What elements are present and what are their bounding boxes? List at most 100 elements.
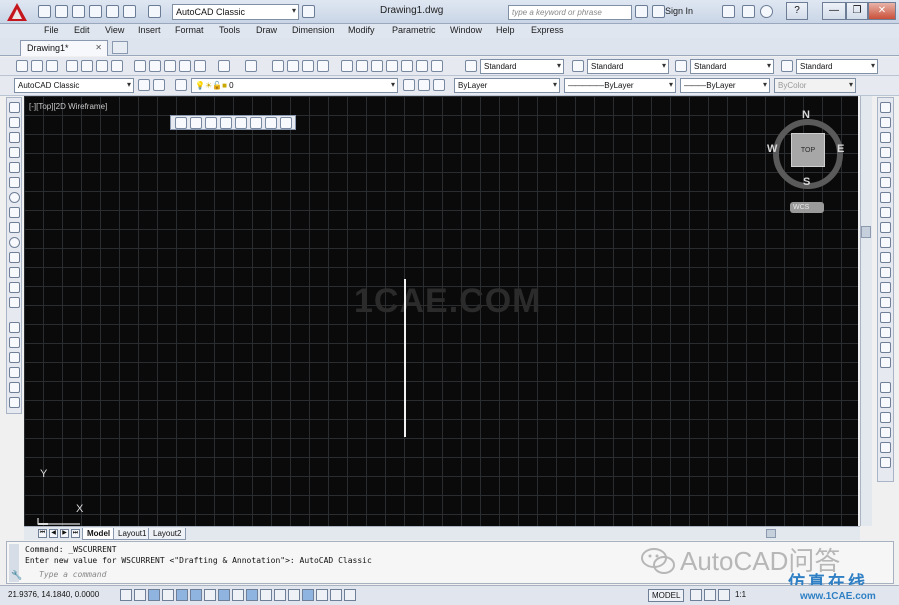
arc-icon[interactable] xyxy=(9,177,20,188)
compass-west[interactable]: W xyxy=(767,143,777,155)
object-snap-tracking-icon[interactable] xyxy=(218,589,230,601)
menu-view[interactable]: View xyxy=(105,25,124,35)
redo-icon[interactable] xyxy=(245,60,257,72)
next-layout-icon[interactable]: ▶ xyxy=(60,529,69,538)
sheet-set-icon[interactable] xyxy=(386,60,398,72)
scale-icon[interactable] xyxy=(880,207,891,218)
menu-format[interactable]: Format xyxy=(175,25,204,35)
zoom-previous-icon[interactable] xyxy=(317,60,329,72)
zoom-window-icon[interactable] xyxy=(175,117,187,129)
search-icon[interactable] xyxy=(635,5,648,18)
properties-icon[interactable] xyxy=(341,60,353,72)
mirror-icon[interactable] xyxy=(880,132,891,143)
user-icon[interactable] xyxy=(652,5,665,18)
3d-dwf-icon[interactable] xyxy=(111,60,123,72)
selection-cycling-icon[interactable] xyxy=(302,589,314,601)
copy-icon[interactable] xyxy=(149,60,161,72)
workspace-settings-icon[interactable] xyxy=(138,79,150,91)
tab-layout2[interactable]: Layout2 xyxy=(148,528,187,540)
viewport-controls-label[interactable]: [-][Top][2D Wireframe] xyxy=(29,102,107,111)
help-icon[interactable] xyxy=(431,60,443,72)
exchange-icon[interactable] xyxy=(722,5,735,18)
extend-icon[interactable] xyxy=(880,252,891,263)
first-layout-icon[interactable]: ⏮ xyxy=(38,529,47,538)
plot-icon[interactable] xyxy=(66,60,78,72)
menu-help[interactable]: Help xyxy=(496,25,515,35)
tab-drawing1[interactable]: Drawing1* ✕ xyxy=(20,40,108,56)
trim-icon[interactable] xyxy=(880,237,891,248)
wrench-icon[interactable]: 🔧 xyxy=(11,570,22,581)
quick-view-layouts-icon[interactable] xyxy=(690,589,702,601)
multiline-text-icon[interactable] xyxy=(9,382,20,393)
zoom-window-icon[interactable] xyxy=(302,60,314,72)
menu-edit[interactable]: Edit xyxy=(74,25,90,35)
menu-dimension[interactable]: Dimension xyxy=(292,25,335,35)
construction-line-icon[interactable] xyxy=(9,117,20,128)
zoom-extents-icon[interactable] xyxy=(280,117,292,129)
menu-tools[interactable]: Tools xyxy=(219,25,240,35)
zoom-realtime-icon[interactable] xyxy=(287,60,299,72)
menu-window[interactable]: Window xyxy=(450,25,482,35)
point-icon[interactable] xyxy=(9,297,20,308)
snap-mode-icon[interactable] xyxy=(134,589,146,601)
match-properties-icon[interactable] xyxy=(179,60,191,72)
annotation-monitor-icon[interactable] xyxy=(316,589,328,601)
dynamic-ucs-icon[interactable] xyxy=(232,589,244,601)
tab-model[interactable]: Model xyxy=(82,528,116,540)
drawn-line[interactable] xyxy=(404,279,406,437)
line-icon[interactable] xyxy=(9,102,20,113)
workspace-select[interactable]: AutoCAD Classic xyxy=(172,4,299,20)
circle-icon[interactable] xyxy=(9,192,20,203)
minimize-button[interactable]: — xyxy=(822,2,846,20)
ellipse-icon[interactable] xyxy=(9,237,20,248)
rotate-icon[interactable] xyxy=(880,192,891,203)
zoom-all-icon[interactable] xyxy=(265,117,277,129)
erase-icon[interactable] xyxy=(880,102,891,113)
compass-south[interactable]: S xyxy=(803,176,810,188)
3d-object-snap-icon[interactable] xyxy=(204,589,216,601)
quickcalc-icon[interactable] xyxy=(416,60,428,72)
stretch-icon[interactable] xyxy=(880,222,891,233)
copy-object-icon[interactable] xyxy=(880,117,891,128)
menu-draw[interactable]: Draw xyxy=(256,25,277,35)
zoom-object-icon[interactable] xyxy=(235,117,247,129)
insert-block-icon[interactable] xyxy=(9,267,20,278)
autocad-logo-icon[interactable] xyxy=(6,2,28,22)
text-style-icon[interactable] xyxy=(465,60,477,72)
star-icon[interactable] xyxy=(742,5,755,18)
compass-north[interactable]: N xyxy=(802,109,810,121)
menu-insert[interactable]: Insert xyxy=(138,25,161,35)
hatch-icon[interactable] xyxy=(9,322,20,333)
qnew-icon[interactable] xyxy=(16,60,28,72)
zoom-in-icon[interactable] xyxy=(250,117,262,129)
polyline-icon[interactable] xyxy=(9,132,20,143)
fillet-icon[interactable] xyxy=(880,327,891,338)
explode-icon[interactable] xyxy=(880,357,891,368)
dynamic-input-icon[interactable] xyxy=(246,589,258,601)
wcs-menu[interactable]: WCS xyxy=(790,202,824,213)
add-selected-icon[interactable] xyxy=(9,397,20,408)
move-icon[interactable] xyxy=(880,177,891,188)
tab-close-icon[interactable]: ✕ xyxy=(95,43,102,52)
coordinates-readout[interactable]: 21.9376, 14.1840, 0.0000 xyxy=(8,590,99,599)
save-icon[interactable] xyxy=(46,60,58,72)
layer-states-icon[interactable] xyxy=(433,79,445,91)
annotation-scale-value[interactable]: 1:1 xyxy=(735,590,746,599)
lineweight-select[interactable]: ——— ByLayer xyxy=(680,78,770,93)
last-layout-icon[interactable]: ⏭ xyxy=(71,529,80,538)
layer-select[interactable]: 💡☀🔓■ 0 xyxy=(191,78,398,93)
pan-icon[interactable] xyxy=(272,60,284,72)
make-current-layer-icon[interactable] xyxy=(403,79,415,91)
tool-palettes-icon[interactable] xyxy=(371,60,383,72)
chamfer-icon[interactable] xyxy=(880,312,891,323)
model-space-button[interactable]: MODEL xyxy=(648,589,685,602)
draw-order-front-icon[interactable] xyxy=(880,382,891,393)
paste-icon[interactable] xyxy=(164,60,176,72)
table-icon[interactable] xyxy=(9,367,20,378)
layer-properties-icon[interactable] xyxy=(175,79,187,91)
close-button[interactable]: ✕ xyxy=(868,2,896,20)
vertical-scrollbar[interactable] xyxy=(860,96,872,526)
polygon-icon[interactable] xyxy=(9,147,20,158)
workspace-save-icon[interactable] xyxy=(153,79,165,91)
ortho-mode-icon[interactable] xyxy=(162,589,174,601)
